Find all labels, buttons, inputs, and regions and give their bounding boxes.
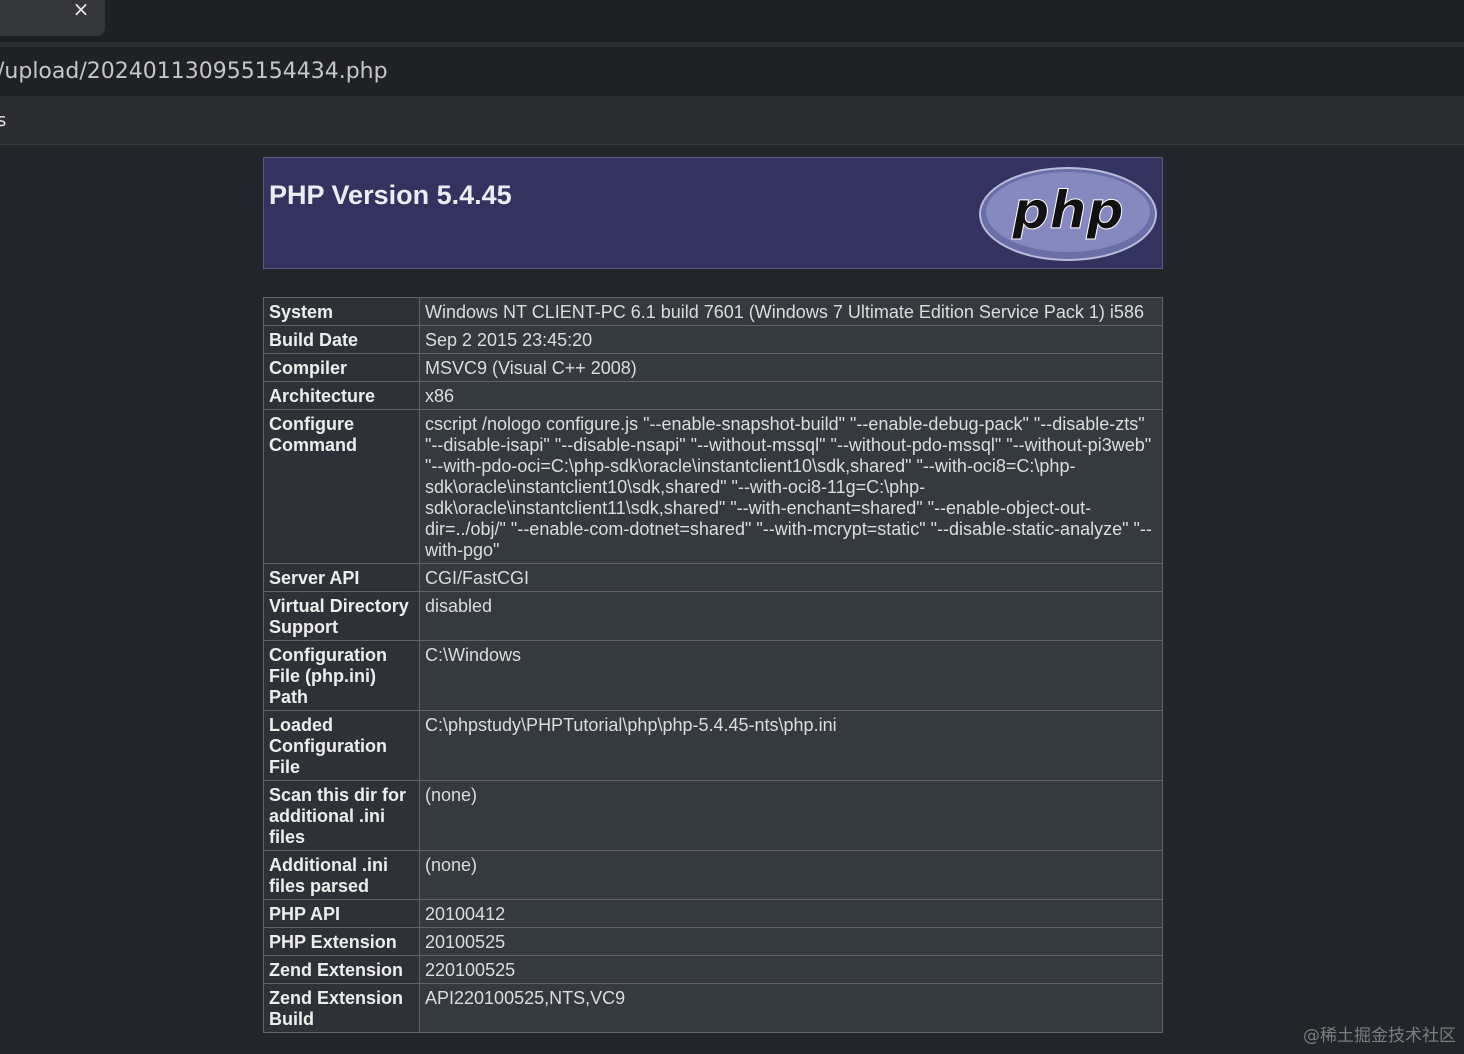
row-value: 20100412 xyxy=(419,899,1163,928)
row-value: CGI/FastCGI xyxy=(419,563,1163,592)
watermark: @稀土掘金技术社区 xyxy=(1303,1026,1456,1046)
row-key: System xyxy=(263,297,420,326)
url-text[interactable]: /upload/2024011309551544​34.php xyxy=(0,59,388,84)
phpinfo-header: PHP Version 5.4.45 php xyxy=(263,157,1163,269)
table-row: Compiler MSVC9 (Visual C++ 2008) xyxy=(263,353,1163,382)
table-row: Configuration File (php.ini) Path C:\Wind… xyxy=(263,640,1163,711)
table-row: Additional .ini files parsed (none) xyxy=(263,850,1163,900)
table-row: Scan this dir for additional .ini files(… xyxy=(263,780,1163,851)
row-key: Zend Extension xyxy=(263,955,420,984)
table-row: Zend Extension 220100525 xyxy=(263,955,1163,984)
table-row: PHP API 20100412 xyxy=(263,899,1163,928)
row-key: Scan this dir for additional .ini files xyxy=(263,780,420,851)
page-title: PHP Version 5.4.45 xyxy=(269,180,512,210)
row-key: Zend Extension Build xyxy=(263,983,420,1033)
row-value: MSVC9 (Visual C++ 2008) xyxy=(419,353,1163,382)
tab-strip: × xyxy=(0,0,1464,42)
bookmarks-bar: s xyxy=(0,96,1464,145)
row-key: Server API xyxy=(263,563,420,592)
close-tab-icon[interactable]: × xyxy=(70,0,92,20)
row-key: PHP API xyxy=(263,899,420,928)
row-value: (none) xyxy=(419,780,1163,851)
row-key: Build Date xyxy=(263,325,420,354)
phpinfo-table: System Windows NT CLIENT-PC 6.1 build 760… xyxy=(263,297,1163,1033)
table-row: Architecture x86 xyxy=(263,381,1163,410)
row-key: Virtual Directory Support xyxy=(263,591,420,641)
row-value: 20100525 xyxy=(419,927,1163,956)
row-value: API220100525,NTS,VC9 xyxy=(419,983,1163,1033)
row-key: Configure Command xyxy=(263,409,420,564)
table-row: Server API CGI/FastCGI xyxy=(263,563,1163,592)
page-viewport: PHP Version 5.4.45 php System Windows NT … xyxy=(0,145,1464,1054)
php-logo-text: php xyxy=(1011,181,1123,241)
table-row: Virtual Directory Support disabled xyxy=(263,591,1163,641)
row-key: Additional .ini files parsed xyxy=(263,850,420,900)
row-value: (none) xyxy=(419,850,1163,900)
bookmark-item[interactable]: s xyxy=(0,110,6,131)
php-logo-icon[interactable]: php xyxy=(978,166,1158,262)
table-row: PHP Extension 20100525 xyxy=(263,927,1163,956)
row-key: Compiler xyxy=(263,353,420,382)
browser-tab[interactable]: × xyxy=(0,0,105,36)
row-value: 220100525 xyxy=(419,955,1163,984)
row-key: PHP Extension xyxy=(263,927,420,956)
row-value: C:\phpstudy\PHPTutorial\php\php-5.4.45-n… xyxy=(419,710,1163,781)
row-value: x86 xyxy=(419,381,1163,410)
row-value: Sep 2 2015 23:45:20 xyxy=(419,325,1163,354)
table-row: System Windows NT CLIENT-PC 6.1 build 760… xyxy=(263,297,1163,326)
table-row: Configure Command cscript /nologo configu… xyxy=(263,409,1163,564)
row-value: disabled xyxy=(419,591,1163,641)
address-bar[interactable]: /upload/2024011309551544​34.php xyxy=(0,47,1464,96)
row-value: C:\Windows xyxy=(419,640,1163,711)
row-key: Configuration File (php.ini) Path xyxy=(263,640,420,711)
row-key: Architecture xyxy=(263,381,420,410)
table-row: Build Date Sep 2 2015 23:45:20 xyxy=(263,325,1163,354)
table-row: Loaded Configuration File C:\phpstudy\PHP… xyxy=(263,710,1163,781)
table-row: Zend Extension Build API220100525,NTS,VC9 xyxy=(263,983,1163,1033)
row-value: Windows NT CLIENT-PC 6.1 build 7601 (Win… xyxy=(419,297,1163,326)
row-value: cscript /nologo configure.js "--enable-s… xyxy=(419,409,1163,564)
row-key: Loaded Configuration File xyxy=(263,710,420,781)
